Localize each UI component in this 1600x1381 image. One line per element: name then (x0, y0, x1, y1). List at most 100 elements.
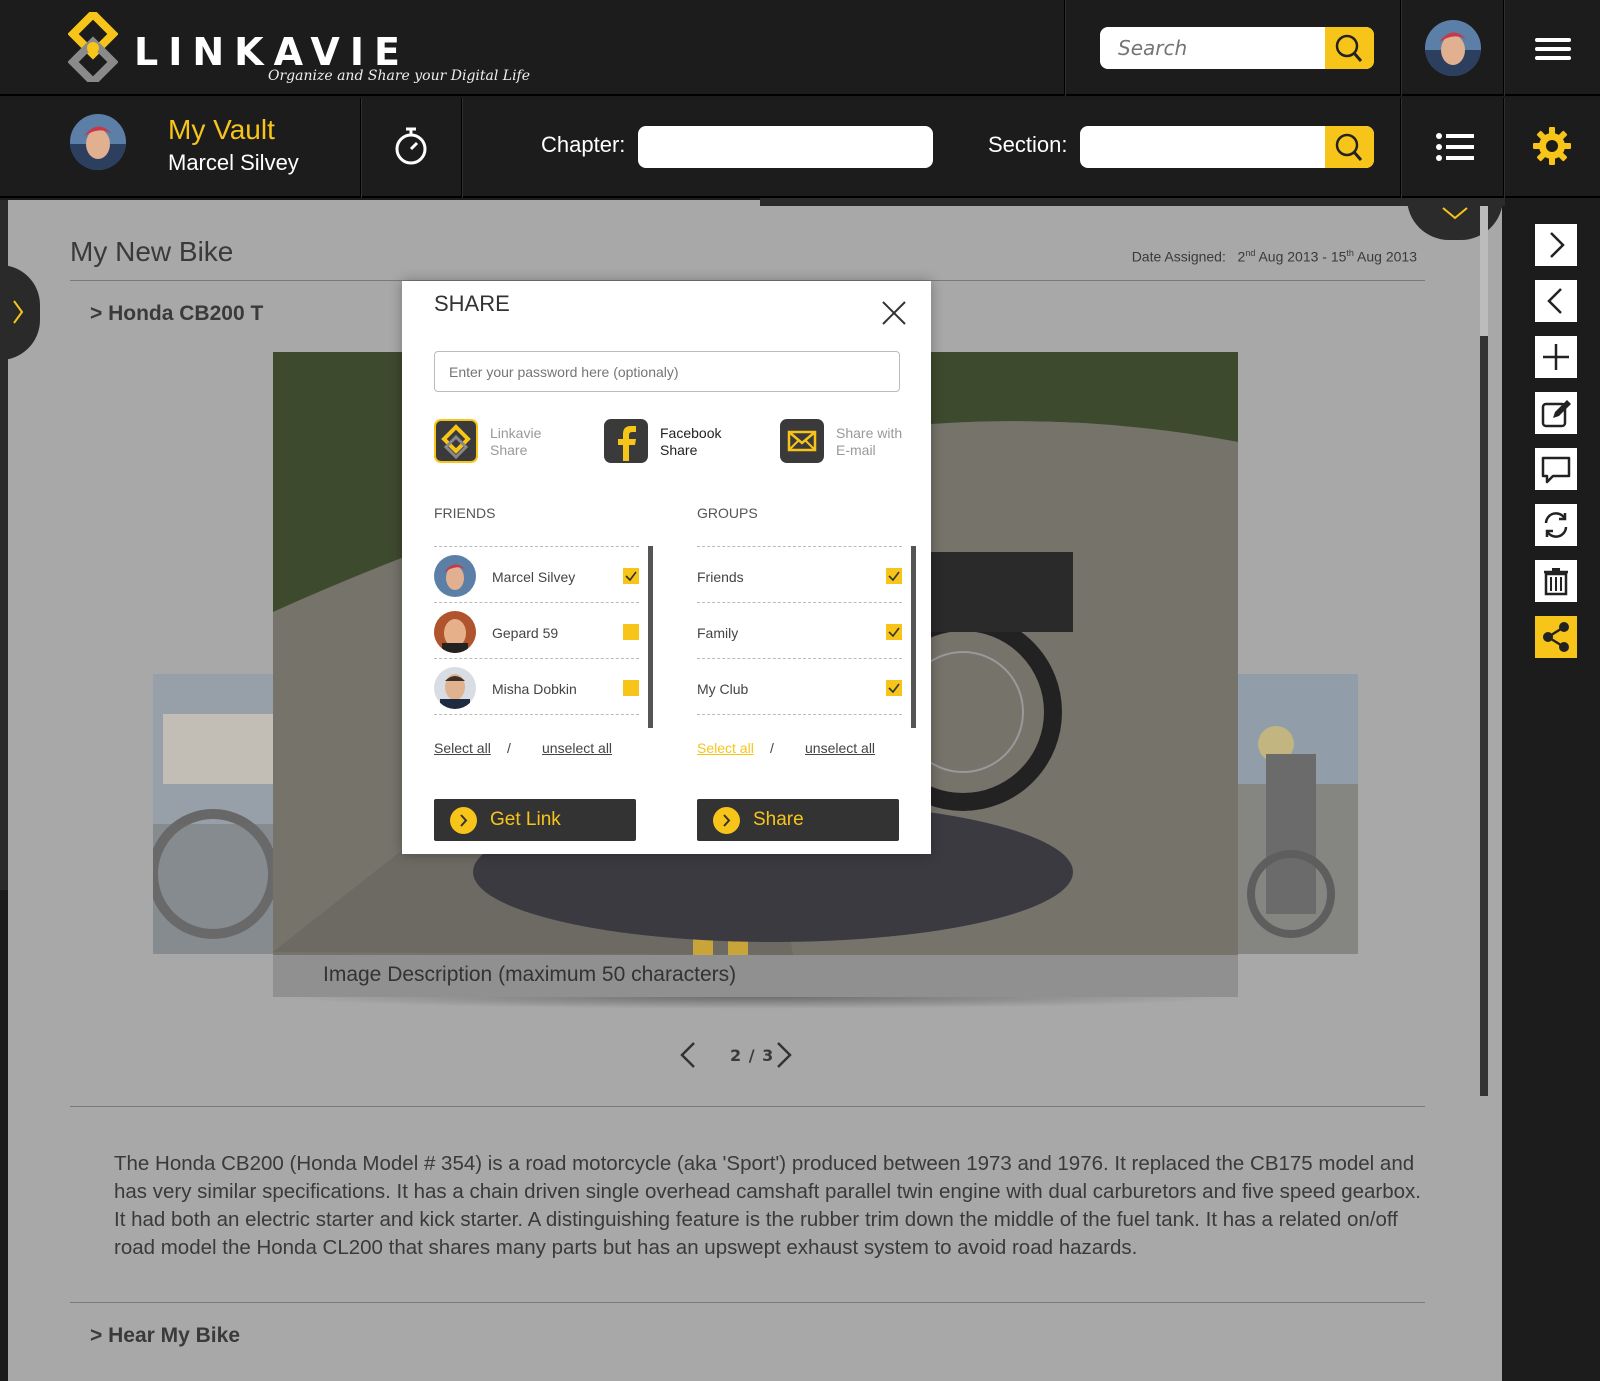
vault-avatar[interactable] (70, 114, 126, 170)
gear-icon[interactable] (1532, 126, 1572, 166)
delete-button[interactable] (1535, 560, 1577, 602)
group-checkbox[interactable] (886, 568, 902, 584)
edit-icon (1541, 400, 1571, 428)
add-button[interactable] (1535, 336, 1577, 378)
stopwatch-icon[interactable] (393, 126, 429, 166)
option-label: Facebook Share (660, 425, 722, 458)
divider (360, 98, 362, 198)
share-icon (1543, 622, 1569, 652)
email-share-option[interactable]: Share with E-mail (780, 419, 920, 465)
friends-heading: FRIENDS (434, 505, 496, 521)
previous-button[interactable] (1535, 280, 1577, 322)
group-name: Friends (697, 569, 744, 585)
user-avatar[interactable] (1425, 20, 1481, 76)
search-input[interactable] (1100, 27, 1325, 69)
groups-select-controls: Select all / unselect all (697, 740, 902, 756)
chevron-right-icon (450, 807, 477, 834)
global-search (1100, 27, 1374, 69)
list-icon[interactable] (1436, 132, 1474, 162)
dialog-title: SHARE (434, 291, 510, 316)
menu-icon[interactable] (1535, 38, 1571, 60)
facebook-share-option[interactable]: Facebook Share (604, 419, 754, 465)
friends-select-controls: Select all / unselect all (434, 740, 639, 756)
friends-select-all-link[interactable]: Select all (434, 740, 491, 756)
list-item[interactable]: Misha Dobkin (434, 658, 639, 714)
motorcycle-image (153, 674, 275, 954)
image-description[interactable]: Image Description (maximum 50 characters… (273, 955, 1238, 997)
avatar (434, 555, 476, 597)
refresh-button[interactable] (1535, 504, 1577, 546)
friends-unselect-all-link[interactable]: unselect all (542, 740, 612, 756)
friends-scrollbar[interactable] (648, 546, 653, 728)
divider (1400, 0, 1402, 96)
divider (1503, 98, 1505, 198)
content-scrollbar[interactable] (1480, 206, 1488, 1096)
groups-unselect-all-link[interactable]: unselect all (805, 740, 875, 756)
chevron-left-icon[interactable] (678, 1040, 698, 1070)
photo-pager: 2 / 3 (678, 1040, 808, 1070)
comment-button[interactable] (1535, 448, 1577, 490)
brand-tagline: Organize and Share your Digital Life (268, 68, 531, 84)
divider (1503, 0, 1505, 96)
left-drawer-toggle[interactable] (0, 265, 40, 360)
list-item[interactable]: Gepard 59 (434, 602, 639, 658)
list-item[interactable]: Marcel Silvey (434, 546, 639, 602)
chevron-left-icon (1547, 288, 1562, 314)
avatar (434, 611, 476, 653)
scrollbar-thumb[interactable] (1480, 336, 1488, 1096)
comment-icon (1541, 456, 1571, 484)
dropdown-toggle[interactable] (1407, 198, 1503, 240)
list-item[interactable]: Friends (697, 546, 902, 602)
list-item[interactable]: My Club (697, 658, 902, 714)
avatar-image (70, 114, 126, 170)
search-icon (1335, 34, 1363, 62)
bike-description: The Honda CB200 (Honda Model # 354) is a… (114, 1152, 1422, 1259)
close-icon[interactable] (880, 299, 908, 327)
vault-bar: My Vault Marcel Silvey Chapter: Section: (0, 98, 1600, 198)
friend-name: Marcel Silvey (492, 569, 576, 585)
section-input[interactable] (1080, 126, 1325, 168)
prev-photo-thumbnail[interactable] (153, 674, 275, 954)
groups-select-all-link[interactable]: Select all (697, 740, 754, 756)
linkavie-icon (434, 419, 478, 463)
refresh-icon (1544, 512, 1568, 538)
linkavie-logo[interactable]: LINKAVIE Organize and Share your Digital… (68, 12, 530, 90)
section-heading[interactable]: > Honda CB200 T (90, 302, 263, 326)
divider (70, 1106, 1425, 1107)
group-name: My Club (697, 681, 749, 697)
get-link-button[interactable]: Get Link (434, 799, 636, 841)
photo-shadow (278, 997, 1233, 1009)
group-checkbox[interactable] (886, 624, 902, 640)
friend-checkbox[interactable] (623, 680, 639, 696)
right-toolbar (1505, 198, 1600, 1381)
avatar (434, 667, 476, 709)
chapter-input[interactable] (638, 126, 933, 168)
share-submit-button[interactable]: Share (697, 799, 899, 841)
search-button[interactable] (1325, 27, 1374, 69)
friend-checkbox[interactable] (623, 624, 639, 640)
share-dialog: SHARE LinkavieShare FacebookShare Share … (402, 281, 931, 854)
chevron-right-icon (713, 807, 740, 834)
groups-scrollbar[interactable] (911, 546, 916, 728)
get-link-label: Get Link (490, 809, 561, 830)
friend-checkbox[interactable] (623, 568, 639, 584)
chevron-right-icon (13, 300, 24, 324)
section-search-button[interactable] (1325, 126, 1374, 168)
edit-button[interactable] (1535, 392, 1577, 434)
share-button[interactable] (1535, 616, 1577, 658)
linkavie-share-option[interactable]: Linkavie Share (434, 419, 584, 465)
password-input[interactable] (434, 351, 900, 392)
chevron-right-icon[interactable] (774, 1040, 794, 1070)
divider (70, 1302, 1425, 1303)
chapter-label: Chapter: (541, 132, 626, 157)
plus-icon (1543, 344, 1569, 370)
option-label: Share with E-mail (836, 425, 903, 458)
chevron-down-icon (1442, 207, 1468, 220)
next-button[interactable] (1535, 224, 1577, 266)
section-heading[interactable]: > Hear My Bike (90, 1324, 240, 1348)
group-checkbox[interactable] (886, 680, 902, 696)
list-item[interactable]: Family (697, 602, 902, 658)
divider (1064, 0, 1066, 96)
search-icon (1335, 133, 1363, 161)
next-photo-thumbnail[interactable] (1236, 674, 1358, 954)
